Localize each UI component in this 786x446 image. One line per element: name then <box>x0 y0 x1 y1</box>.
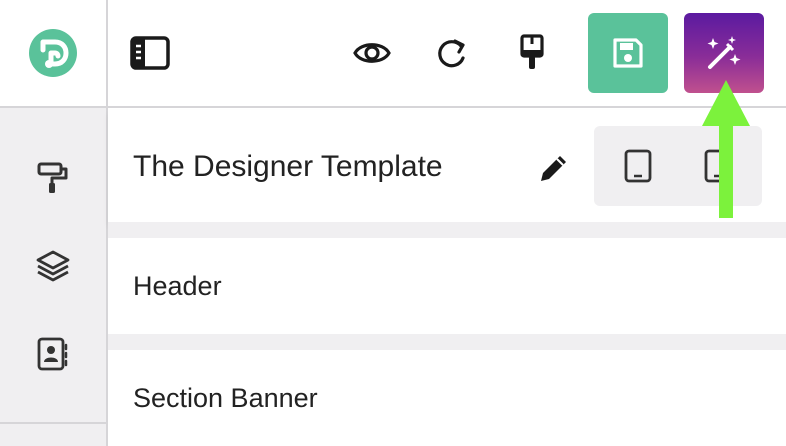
preview-button[interactable] <box>350 28 394 78</box>
sidebar-item-style[interactable] <box>0 148 106 208</box>
device-switcher <box>594 126 762 206</box>
sidebar-toggle-button[interactable] <box>128 28 172 78</box>
contact-book-icon <box>37 337 68 371</box>
ai-magic-button[interactable] <box>684 13 764 93</box>
layers-icon <box>36 250 70 282</box>
template-header: The Designer Template <box>108 110 786 222</box>
paint-roller-icon <box>37 162 68 193</box>
magic-wand-icon <box>707 36 741 69</box>
left-rail <box>0 0 108 446</box>
paint-brush-icon <box>520 34 544 69</box>
logo-cell <box>0 0 106 108</box>
tablet-icon <box>704 149 732 183</box>
rail-divider <box>0 422 106 424</box>
eye-icon <box>353 43 391 63</box>
top-toolbar <box>108 0 786 108</box>
app-logo-icon[interactable] <box>28 28 78 78</box>
section-item-header[interactable]: Header <box>108 238 786 334</box>
brush-button[interactable] <box>510 28 554 78</box>
section-label: Header <box>133 271 222 301</box>
redo-icon <box>438 39 465 68</box>
save-icon <box>613 38 643 68</box>
save-button[interactable] <box>588 13 668 93</box>
redo-button[interactable] <box>430 28 474 78</box>
sidebar-item-contacts[interactable] <box>0 324 106 384</box>
section-label: Section Banner <box>133 383 318 413</box>
device-tablet-alt-button[interactable] <box>698 146 738 186</box>
section-item-banner[interactable]: Section Banner <box>108 350 786 446</box>
sidebar-item-layers[interactable] <box>0 236 106 296</box>
section-gap <box>108 222 786 238</box>
pencil-icon <box>541 156 566 181</box>
device-tablet-button[interactable] <box>618 146 658 186</box>
section-gap <box>108 334 786 350</box>
edit-title-button[interactable] <box>534 148 574 188</box>
page-title: The Designer Template <box>133 150 443 183</box>
tablet-icon <box>624 149 652 183</box>
sidebar-toggle-icon <box>130 36 170 70</box>
